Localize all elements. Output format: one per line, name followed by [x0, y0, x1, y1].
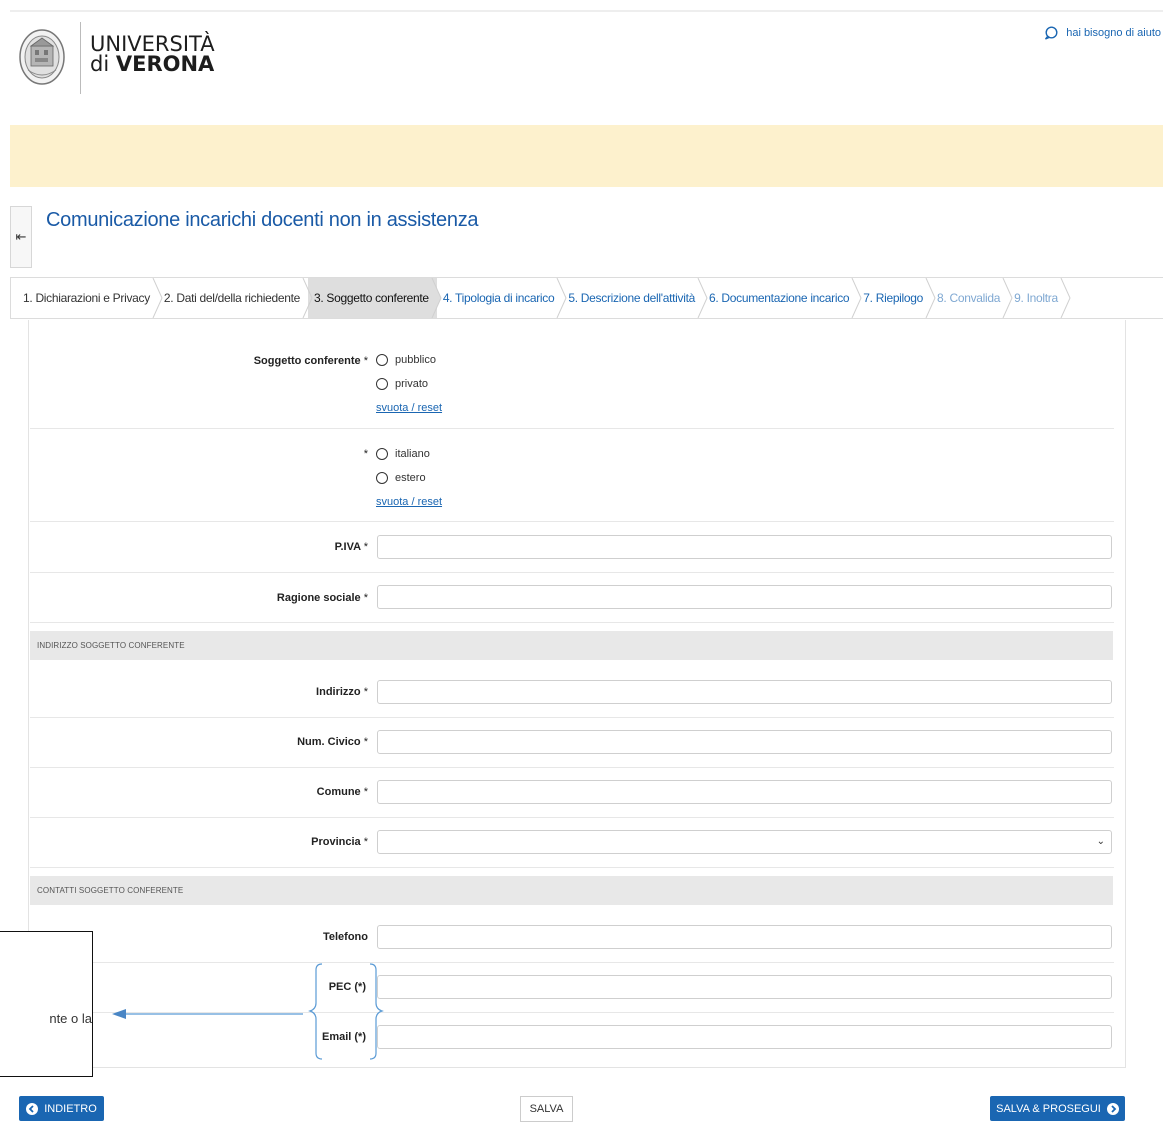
reset-link-soggetto[interactable]: svuota / reset [376, 402, 442, 414]
radio-pubblico[interactable]: pubblico [376, 354, 436, 366]
wizard-step-9[interactable]: 9. Inoltra [1008, 278, 1071, 318]
annotation-text: nte o la [49, 1011, 92, 1026]
left-brace-icon [308, 963, 323, 1060]
step-chevron-icon [1002, 278, 1013, 318]
brand-line2: di VERONA [90, 52, 215, 76]
indietro-button[interactable]: INDIETRO [19, 1096, 104, 1121]
row-divider [30, 867, 1114, 868]
step-chevron-icon [152, 278, 163, 318]
step-chevron-icon [1060, 278, 1071, 318]
step-chevron-icon [697, 278, 708, 318]
page-title: Comunicazione incarichi docenti non in a… [46, 209, 479, 231]
right-brace-icon [369, 963, 384, 1060]
row-divider [30, 817, 1114, 818]
radio-privato[interactable]: privato [376, 378, 428, 390]
step-chevron-icon [556, 278, 567, 318]
piva-label: P.IVA * [334, 541, 368, 553]
arrow-circle-left-icon [26, 1102, 39, 1115]
row-divider [30, 622, 1114, 623]
radio-label: privato [395, 378, 429, 390]
step-label: 9. Inoltra [1014, 291, 1058, 305]
section-header-contatti: CONTATTI SOGGETTO CONFERENTE [30, 876, 1113, 905]
num-civico-input[interactable] [377, 730, 1112, 754]
row-divider [30, 572, 1114, 573]
wizard-step-6[interactable]: 6. Documentazione incarico [703, 278, 862, 318]
reset-link-nazionalita[interactable]: svuota / reset [376, 496, 442, 508]
arrow-left-icon: ⇤ [15, 229, 27, 244]
wizard-step-1[interactable]: 1. Dichiarazioni e Privacy [11, 278, 163, 318]
radio-circle-icon [376, 448, 388, 460]
step-chevron-icon [925, 278, 936, 318]
radio-label: italiano [395, 448, 430, 460]
salva-prosegui-button[interactable]: SALVA & PROSEGUI [990, 1096, 1125, 1121]
piva-input[interactable] [377, 535, 1112, 559]
soggetto-conferente-label: Soggetto conferente * [253, 355, 368, 367]
step-label: 3. Soggetto conferente [313, 291, 429, 305]
comune-label: Comune * [316, 786, 368, 798]
arrow-circle-right-icon [1106, 1102, 1119, 1115]
wizard-step-4[interactable]: 4. Tipologia di incarico [437, 278, 567, 318]
brand-bold: VERONA [115, 52, 215, 76]
email-input[interactable] [377, 1025, 1112, 1049]
radio-label: estero [395, 472, 426, 484]
nazionalita-label: * [363, 448, 368, 460]
row-divider [30, 428, 1114, 429]
wizard-steps: 1. Dichiarazioni e Privacy 2. Dati del/de… [10, 277, 1163, 319]
wizard-step-7[interactable]: 7. Riepilogo [857, 278, 936, 318]
top-divider [10, 10, 1163, 12]
back-arrow-button[interactable]: ⇤ [10, 206, 32, 268]
radio-circle-icon [376, 378, 388, 390]
salva-prosegui-label: SALVA & PROSEGUI [996, 1102, 1101, 1115]
step-label: 7. Riepilogo [863, 291, 924, 305]
step-label: 4. Tipologia di incarico [442, 291, 555, 305]
indirizzo-input[interactable] [377, 680, 1112, 704]
wizard-step-8[interactable]: 8. Convalida [931, 278, 1013, 318]
annotation-text-clip: nte o la [0, 1008, 92, 1028]
comune-input[interactable] [377, 780, 1112, 804]
indirizzo-label: Indirizzo * [316, 686, 368, 698]
radio-circle-icon [376, 354, 388, 366]
section-header-indirizzo: INDIRIZZO SOGGETTO CONFERENTE [30, 631, 1113, 660]
pec-input[interactable] [377, 975, 1112, 999]
notice-banner [10, 125, 1163, 187]
radio-circle-icon [376, 472, 388, 484]
step-label: 1. Dichiarazioni e Privacy [23, 291, 150, 305]
row-divider [30, 521, 1114, 522]
telefono-input[interactable] [377, 925, 1112, 949]
wizard-step-2[interactable]: 2. Dati del/della richiedente [158, 278, 313, 318]
step-chevron-icon [302, 278, 313, 318]
indietro-label: INDIETRO [44, 1102, 97, 1115]
help-label: hai bisogno di aiuto [1066, 27, 1161, 39]
annotation-box [0, 931, 93, 1077]
telefono-label: Telefono [322, 931, 368, 943]
step-label: 8. Convalida [937, 291, 1001, 305]
salva-button[interactable]: SALVA [520, 1096, 573, 1122]
chat-bubble-icon [1045, 26, 1058, 40]
provincia-select[interactable]: ⌄ [377, 830, 1112, 854]
wizard-step-5[interactable]: 5. Descrizione dell'attività [562, 278, 708, 318]
ragione-sociale-label: Ragione sociale * [276, 592, 368, 604]
university-name: UNIVERSITÀ di VERONA [90, 34, 215, 76]
wizard-step-3[interactable]: 3. Soggetto conferente [307, 278, 442, 318]
help-link[interactable]: hai bisogno di aiuto [1044, 26, 1161, 40]
step-label: 6. Documentazione incarico [708, 291, 850, 305]
row-divider [30, 717, 1114, 718]
step-chevron-icon [431, 278, 442, 318]
step-label: 2. Dati del/della richiedente [163, 291, 300, 305]
ragione-sociale-input[interactable] [377, 585, 1112, 609]
step-chevron-icon [851, 278, 862, 318]
step-label: 5. Descrizione dell'attività [568, 291, 695, 305]
num-civico-label: Num. Civico * [297, 736, 368, 748]
radio-estero[interactable]: estero [376, 472, 426, 484]
chevron-down-icon: ⌄ [1096, 836, 1105, 847]
arrow-head-icon [112, 1009, 126, 1019]
logo-separator [80, 22, 81, 94]
university-seal-logo[interactable] [18, 20, 74, 94]
radio-label: pubblico [395, 354, 436, 366]
brand-prefix: di [90, 52, 116, 76]
radio-italiano[interactable]: italiano [376, 448, 430, 460]
provincia-label: Provincia * [311, 836, 368, 848]
row-divider [30, 767, 1114, 768]
